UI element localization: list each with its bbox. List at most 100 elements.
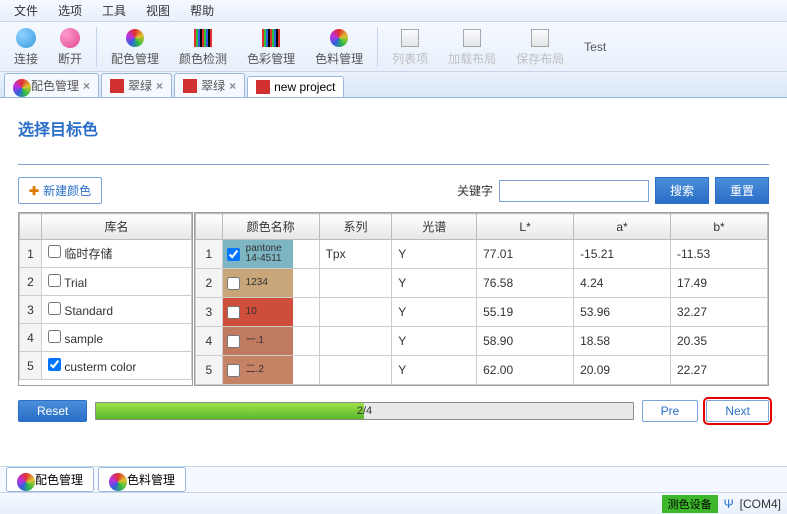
reset-button[interactable]: Reset	[18, 400, 87, 422]
tab-emerald-1[interactable]: 翠绿 ×	[101, 73, 172, 97]
table-row[interactable]: 3 Standard	[20, 296, 192, 324]
color-name: 二.2	[246, 365, 264, 375]
col-b: b*	[671, 214, 768, 240]
col-spectrum: 光谱	[392, 214, 477, 240]
tab-label: 翠绿	[128, 77, 152, 94]
b-cell: 20.35	[671, 327, 768, 356]
lib-name: sample	[64, 332, 103, 346]
close-icon[interactable]: ×	[229, 79, 236, 93]
palette-icon	[13, 79, 27, 93]
L-cell: 58.90	[477, 327, 574, 356]
a-cell: 53.96	[574, 298, 671, 327]
toolbar-separator	[96, 27, 97, 67]
palette-icon	[109, 473, 123, 487]
color-name: 一.1	[246, 336, 264, 346]
a-cell: 20.09	[574, 356, 671, 385]
colorant-mgmt-button[interactable]: 色料管理	[305, 24, 373, 69]
row-checkbox[interactable]	[48, 302, 61, 315]
row-checkbox[interactable]	[227, 248, 240, 261]
reset-filter-button[interactable]: 重置	[715, 177, 769, 204]
tab-label: 配色管理	[31, 77, 79, 94]
menu-view[interactable]: 视图	[136, 0, 180, 21]
row-checkbox[interactable]	[227, 364, 240, 377]
table-row[interactable]: 1 pantone 14-4511 Tpx Y 77.01 -15.21 -11…	[196, 240, 768, 269]
table-row[interactable]: 2 1234 Y 76.58 4.24 17.49	[196, 269, 768, 298]
a-cell: -15.21	[574, 240, 671, 269]
lib-name: custerm color	[64, 360, 136, 374]
close-icon[interactable]: ×	[156, 79, 163, 93]
connect-button[interactable]: 连接	[4, 24, 48, 69]
menu-tools[interactable]: 工具	[92, 0, 136, 21]
tab-emerald-2[interactable]: 翠绿 ×	[174, 73, 245, 97]
connect-icon	[14, 26, 38, 50]
col-a: a*	[574, 214, 671, 240]
swatch-cell[interactable]: 一.1	[222, 327, 319, 356]
table-row[interactable]: 5 custerm color	[20, 352, 192, 380]
row-checkbox[interactable]	[227, 277, 240, 290]
color-detect-button[interactable]: 颜色检测	[169, 24, 237, 69]
table-row[interactable]: 4 一.1 Y 58.90 18.58 20.35	[196, 327, 768, 356]
series-cell	[319, 327, 392, 356]
lib-cell[interactable]: sample	[42, 324, 192, 352]
status-bar: 测色设备 Ψ [COM4]	[0, 492, 787, 514]
row-checkbox[interactable]	[48, 274, 61, 287]
plus-icon: ✚	[29, 184, 39, 198]
pre-button[interactable]: Pre	[642, 400, 699, 422]
swatch-cell[interactable]: 二.2	[222, 356, 319, 385]
table-row[interactable]: 1 临时存储	[20, 240, 192, 268]
disconnect-button[interactable]: 断开	[48, 24, 92, 69]
menu-help[interactable]: 帮助	[180, 0, 224, 21]
save-layout-label: 保存布局	[516, 50, 564, 67]
usb-icon: Ψ	[724, 497, 734, 511]
load-layout-label: 加载布局	[448, 50, 496, 67]
next-button[interactable]: Next	[706, 400, 769, 422]
bottom-tab-colorant-mgmt[interactable]: 色料管理	[98, 467, 186, 492]
bottom-tab-color-mgmt[interactable]: 配色管理	[6, 467, 94, 492]
progress-text: 2/4	[357, 405, 372, 417]
color-name: 10	[246, 307, 257, 317]
color-ctrl-button[interactable]: 色彩管理	[237, 24, 305, 69]
flag-icon	[183, 79, 197, 93]
new-color-button[interactable]: ✚ 新建颜色	[18, 177, 102, 204]
colorant-icon	[327, 26, 351, 50]
toolbar-separator	[377, 27, 378, 67]
table-row[interactable]: 2 Trial	[20, 268, 192, 296]
tab-color-mgmt[interactable]: 配色管理 ×	[4, 73, 99, 97]
row-checkbox[interactable]	[227, 306, 240, 319]
a-cell: 18.58	[574, 327, 671, 356]
table-row[interactable]: 4 sample	[20, 324, 192, 352]
list-items-button[interactable]: 列表项	[382, 24, 438, 69]
swatch-cell[interactable]: 1234	[222, 269, 319, 298]
color-mgmt-button[interactable]: 配色管理	[101, 24, 169, 69]
close-icon[interactable]: ×	[83, 79, 90, 93]
filter-row: ✚ 新建颜色 关键字 搜索 重置	[18, 177, 769, 204]
row-checkbox[interactable]	[48, 245, 61, 258]
lib-cell[interactable]: Standard	[42, 296, 192, 324]
series-cell	[319, 356, 392, 385]
lib-cell[interactable]: Trial	[42, 268, 192, 296]
library-grid: 库名 1 临时存储2 Trial3 Standard4 sample5 cust…	[18, 212, 193, 386]
menu-file[interactable]: 文件	[4, 0, 48, 21]
search-button[interactable]: 搜索	[655, 177, 709, 204]
tab-new-project[interactable]: new project	[247, 76, 344, 97]
test-button[interactable]: Test	[574, 38, 616, 56]
spectrum-cell: Y	[392, 240, 477, 269]
menu-options[interactable]: 选项	[48, 0, 92, 21]
load-icon	[460, 26, 484, 50]
progress-fill	[96, 403, 364, 419]
keyword-input[interactable]	[499, 180, 649, 202]
load-layout-button[interactable]: 加载布局	[438, 24, 506, 69]
row-checkbox[interactable]	[227, 335, 240, 348]
col-name: 颜色名称	[222, 214, 319, 240]
save-layout-button[interactable]: 保存布局	[506, 24, 574, 69]
table-row[interactable]: 5 二.2 Y 62.00 20.09 22.27	[196, 356, 768, 385]
row-checkbox[interactable]	[48, 358, 61, 371]
row-checkbox[interactable]	[48, 330, 61, 343]
table-row[interactable]: 3 10 Y 55.19 53.96 32.27	[196, 298, 768, 327]
lib-cell[interactable]: 临时存储	[42, 240, 192, 268]
lib-cell[interactable]: custerm color	[42, 352, 192, 380]
b-cell: 17.49	[671, 269, 768, 298]
swatch-cell[interactable]: pantone 14-4511	[222, 240, 319, 269]
row-index: 4	[20, 324, 42, 352]
swatch-cell[interactable]: 10	[222, 298, 319, 327]
